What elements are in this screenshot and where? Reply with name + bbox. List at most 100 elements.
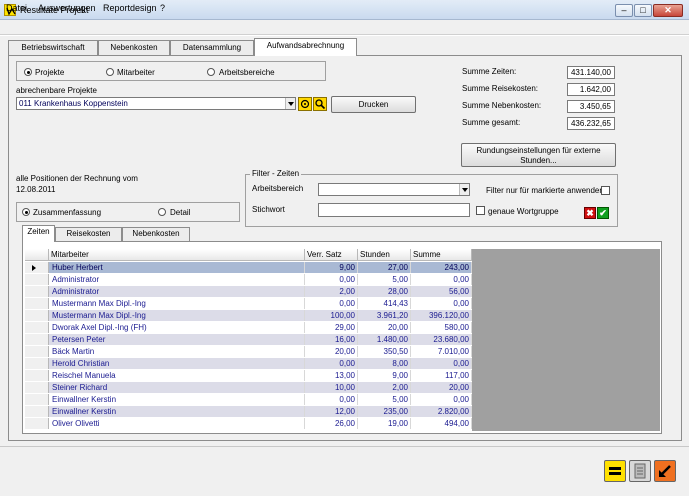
tab-datensammlung[interactable]: Datensammlung	[170, 40, 254, 55]
cancel-filter-icon[interactable]: ✖	[584, 207, 596, 219]
cell-mitarbeiter: Petersen Peter	[49, 334, 305, 345]
menu-datei[interactable]: Datei	[6, 3, 27, 13]
cell-summe: 117,00	[411, 370, 472, 381]
table-row[interactable]: Steiner Richard 10,00 2,00 20,00	[25, 382, 472, 393]
radio-mitarbeiter[interactable]	[106, 68, 114, 76]
cell-stunden: 350,50	[358, 346, 411, 357]
row-selector[interactable]	[25, 418, 49, 429]
menu-reportdesign[interactable]: Reportdesign	[103, 3, 157, 13]
table-row[interactable]: Administrator 2,00 28,00 56,00	[25, 286, 472, 297]
cell-stunden: 20,00	[358, 322, 411, 333]
row-selector[interactable]	[25, 274, 49, 285]
radio-arbeitsbereiche[interactable]	[207, 68, 215, 76]
table-row[interactable]: Herold Christian 0,00 8,00 0,00	[25, 358, 472, 369]
row-selector[interactable]	[25, 322, 49, 333]
project-select[interactable]: 011 Krankenhaus Koppenstein	[16, 97, 296, 110]
table-row[interactable]: Administrator 0,00 5,00 0,00	[25, 274, 472, 285]
cell-satz: 12,00	[305, 406, 358, 417]
filter-marked-checkbox[interactable]	[601, 186, 610, 195]
table-row[interactable]: Einwallner Kerstin 0,00 5,00 0,00	[25, 394, 472, 405]
table-row[interactable]: Mustermann Max Dipl.-Ing 100,00 3.961,20…	[25, 310, 472, 321]
radio-detail[interactable]	[158, 208, 166, 216]
table-row[interactable]: Dworak Axel Dipl.-Ing (FH) 29,00 20,00 5…	[25, 322, 472, 333]
radio-projekte[interactable]	[24, 68, 32, 76]
cell-mitarbeiter: Oliver Olivetti	[49, 418, 305, 429]
cell-summe: 243,00	[411, 262, 472, 273]
grid-header-satz[interactable]: Verr. Satz	[305, 249, 358, 261]
chevron-down-icon[interactable]	[459, 184, 469, 195]
stichwort-input[interactable]	[318, 203, 470, 217]
cell-stunden: 414,43	[358, 298, 411, 309]
grid-header-summe[interactable]: Summe	[411, 249, 472, 261]
cell-mitarbeiter: Reischel Manuela	[49, 370, 305, 381]
tab-zeiten[interactable]: Zeiten	[22, 225, 55, 242]
close-button[interactable]: ✕	[653, 4, 683, 17]
reset-filter-icon[interactable]	[298, 97, 312, 111]
menu-bar	[0, 20, 689, 35]
row-selector[interactable]	[25, 298, 49, 309]
cell-satz: 0,00	[305, 394, 358, 405]
table-row[interactable]: Huber Herbert 9,00 27,00 243,00	[25, 262, 472, 273]
row-selector[interactable]	[25, 286, 49, 297]
grid-header-mitarbeiter[interactable]: Mitarbeiter	[49, 249, 305, 261]
cell-satz: 0,00	[305, 274, 358, 285]
table-row[interactable]: Petersen Peter 16,00 1.480,00 23.680,00	[25, 334, 472, 345]
row-selector[interactable]	[25, 262, 49, 273]
cell-summe: 0,00	[411, 274, 472, 285]
document-icon[interactable]	[629, 460, 651, 482]
sum-reise-field: 1.642,00	[567, 83, 615, 96]
print-button[interactable]: Drucken	[331, 96, 416, 113]
row-selector[interactable]	[25, 394, 49, 405]
apply-filter-icon[interactable]: ✔	[597, 207, 609, 219]
cell-satz: 26,00	[305, 418, 358, 429]
cell-mitarbeiter: Dworak Axel Dipl.-Ing (FH)	[49, 322, 305, 333]
sum-neben-field: 3.450,65	[567, 100, 615, 113]
exit-arrow-icon[interactable]	[654, 460, 676, 482]
maximize-button[interactable]: □	[634, 4, 652, 17]
cell-stunden: 1.480,00	[358, 334, 411, 345]
cell-summe: 2.820,00	[411, 406, 472, 417]
cell-satz: 0,00	[305, 298, 358, 309]
row-selector[interactable]	[25, 406, 49, 417]
minimize-button[interactable]: –	[615, 4, 633, 17]
cell-summe: 580,00	[411, 322, 472, 333]
cell-satz: 16,00	[305, 334, 358, 345]
tab-nebenkosten-bottom[interactable]: Nebenkosten	[122, 227, 190, 241]
grid-header-stunden[interactable]: Stunden	[358, 249, 411, 261]
radio-zusammenfassung[interactable]	[22, 208, 30, 216]
cell-stunden: 235,00	[358, 406, 411, 417]
genaue-wortgruppe-checkbox[interactable]	[476, 206, 485, 215]
tab-betriebswirtschaft[interactable]: Betriebswirtschaft	[8, 40, 98, 55]
menu-auswertungen[interactable]: Auswertungen	[38, 3, 96, 13]
stichwort-label: Stichwort	[252, 205, 285, 214]
filter-group	[245, 174, 618, 227]
table-row[interactable]: Mustermann Max Dipl.-Ing 0,00 414,43 0,0…	[25, 298, 472, 309]
grid-empty-area	[472, 249, 660, 431]
sum-zeiten-label: Summe Zeiten:	[462, 67, 517, 76]
table-row[interactable]: Reischel Manuela 13,00 9,00 117,00	[25, 370, 472, 381]
tab-nebenkosten[interactable]: Nebenkosten	[98, 40, 170, 55]
row-selector[interactable]	[25, 370, 49, 381]
cell-stunden: 5,00	[358, 394, 411, 405]
tab-reisekosten[interactable]: Reisekosten	[55, 227, 122, 241]
table-row[interactable]: Bäck Martin 20,00 350,50 7.010,00	[25, 346, 472, 357]
row-selector[interactable]	[25, 346, 49, 357]
equal-icon[interactable]	[604, 460, 626, 482]
project-select-value: 011 Krankenhaus Koppenstein	[19, 99, 128, 108]
search-icon[interactable]	[313, 97, 327, 111]
chevron-down-icon[interactable]	[285, 98, 295, 109]
sum-neben-label: Summe Nebenkosten:	[462, 101, 542, 110]
menu-help[interactable]: ?	[160, 3, 165, 13]
row-selector[interactable]	[25, 310, 49, 321]
table-row[interactable]: Einwallner Kerstin 12,00 235,00 2.820,00	[25, 406, 472, 417]
rounding-settings-button[interactable]: Rundungseinstellungen für externe Stunde…	[461, 143, 616, 167]
row-selector[interactable]	[25, 334, 49, 345]
bottom-toolbar	[0, 446, 689, 496]
arbeitsbereich-select[interactable]	[318, 183, 470, 196]
row-selector[interactable]	[25, 358, 49, 369]
rounding-button-line1: Rundungseinstellungen für externe	[476, 146, 601, 155]
row-selector[interactable]	[25, 382, 49, 393]
table-row[interactable]: Oliver Olivetti 26,00 19,00 494,00	[25, 418, 472, 429]
cell-stunden: 2,00	[358, 382, 411, 393]
tab-aufwandsabrechnung[interactable]: Aufwandsabrechnung	[254, 38, 357, 56]
